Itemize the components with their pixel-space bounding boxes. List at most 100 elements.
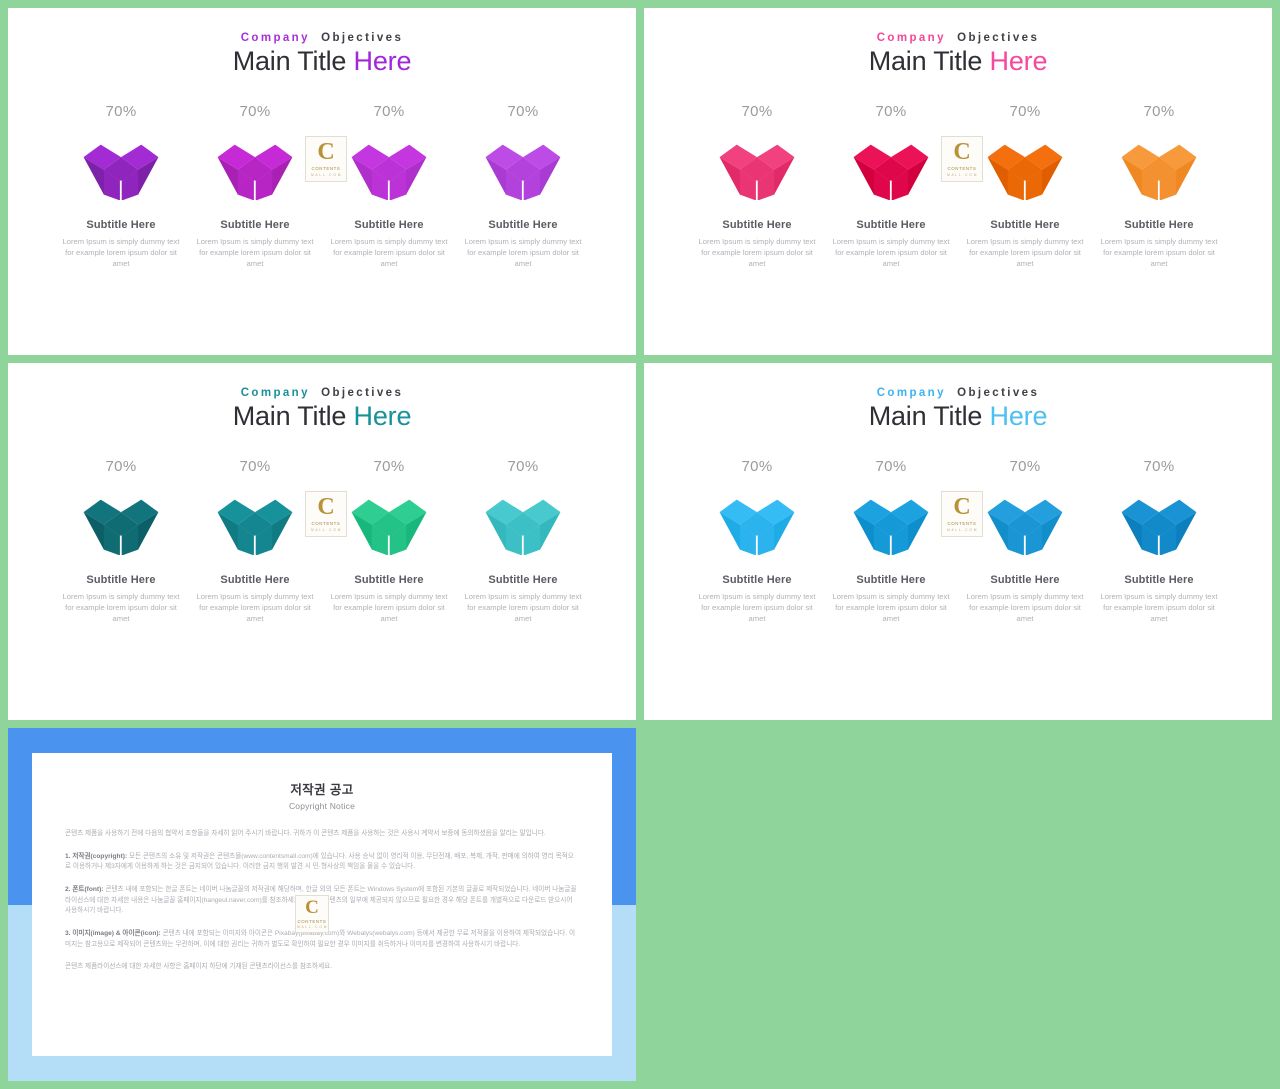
column-description: Lorem Ipsum is simply dummy text for exa… (330, 592, 448, 624)
copyright-notice-slide[interactable]: 저작권 공고 Copyright Notice 콘텐츠 제품을 사용하기 전에 … (8, 728, 636, 1081)
open-box-icon (485, 499, 561, 556)
open-box-icon (351, 499, 427, 556)
icon-container (55, 132, 187, 208)
open-box-icon (1121, 144, 1197, 201)
watermark-brand: CONTENTS (297, 918, 327, 924)
title-accent: Here (989, 401, 1048, 431)
column-subtitle: Subtitle Here (220, 574, 290, 587)
column-subtitle: Subtitle Here (354, 219, 424, 232)
watermark-brand: CONTENTS (311, 521, 341, 527)
open-box-icon (987, 144, 1063, 201)
objective-column[interactable]: 70% Subtitle Here Lorem Ipsum is simply … (1093, 103, 1225, 269)
column-description: Lorem Ipsum is simply dummy text for exa… (1100, 237, 1218, 269)
open-box-icon (987, 499, 1063, 556)
objective-column[interactable]: 70% C CONTENTS M A L L . C O M Subtitle … (189, 458, 347, 624)
objective-columns: 70% Subtitle Here Lorem Ipsum is simply … (644, 458, 1272, 624)
copyright-body: 콘텐츠 제품을 사용하기 전에 다음의 협약서 조항들을 자세히 읽어 주시기 … (32, 811, 612, 973)
watermark-letter-c: C (317, 138, 335, 165)
page-title: Main Title Here (644, 46, 1272, 77)
percentage-label: 70% (875, 103, 907, 121)
objective-column[interactable]: 70% Subtitle Here Lorem Ipsum is simply … (1093, 458, 1225, 624)
open-box-icon (217, 499, 293, 556)
percentage-label: 70% (875, 458, 907, 476)
page-title: Main Title Here (644, 401, 1272, 432)
icon-container (691, 132, 823, 208)
percentage-label: 70% (1143, 458, 1175, 476)
objective-column[interactable]: 70% Subtitle Here Lorem Ipsum is simply … (457, 458, 589, 624)
objective-column[interactable]: 70% C CONTENTS M A L L . C O M Subtitle … (825, 458, 983, 624)
percentage-label: 70% (507, 103, 539, 121)
watermark-tagline: M A L L . C O M (947, 172, 977, 177)
open-box-icon (485, 144, 561, 201)
icon-container (55, 487, 187, 563)
objective-column[interactable]: 70% Subtitle Here Lorem Ipsum is simply … (691, 103, 823, 269)
open-box-icon (351, 144, 427, 201)
objective-column[interactable]: 70% Subtitle Here Lorem Ipsum is simply … (959, 458, 1091, 624)
blue-slide[interactable]: Company Objectives Main Title Here 70% S… (644, 363, 1272, 720)
watermark-brand: CONTENTS (947, 166, 977, 172)
teal-green-slide[interactable]: Company Objectives Main Title Here 70% S… (8, 363, 636, 720)
percentage-label: 70% (1009, 103, 1041, 121)
icon-container: C CONTENTS M A L L . C O M (189, 487, 347, 563)
objective-columns: 70% Subtitle Here Lorem Ipsum is simply … (8, 458, 636, 624)
title-accent: Here (989, 46, 1048, 76)
objective-column[interactable]: 70% Subtitle Here Lorem Ipsum is simply … (323, 103, 455, 269)
copyright-paragraph: 콘텐츠 제품라이선스에 대한 자세한 사항은 홈페이지 하단에 기재된 콘텐츠라… (65, 963, 333, 971)
eyebrow-company: Company (876, 387, 946, 399)
icon-container (691, 487, 823, 563)
open-box-icon (719, 144, 795, 201)
column-description: Lorem Ipsum is simply dummy text for exa… (1100, 592, 1218, 624)
open-box-icon (83, 499, 159, 556)
title-accent: Here (353, 401, 412, 431)
column-description: Lorem Ipsum is simply dummy text for exa… (196, 237, 314, 269)
slide-header: Company Objectives Main Title Here (644, 363, 1272, 432)
objective-column[interactable]: 70% C CONTENTS M A L L . C O M Subtitle … (189, 103, 347, 269)
open-box-icon (853, 499, 929, 556)
purple-violet-slide[interactable]: Company Objectives Main Title Here 70% S… (8, 8, 636, 355)
objective-column[interactable]: 70% Subtitle Here Lorem Ipsum is simply … (457, 103, 589, 269)
objective-column[interactable]: 70% Subtitle Here Lorem Ipsum is simply … (55, 458, 187, 624)
icon-container (1093, 132, 1225, 208)
watermark-tagline: M A L L . C O M (297, 925, 327, 930)
slide-header: Company Objectives Main Title Here (644, 8, 1272, 77)
pink-orange-slide[interactable]: Company Objectives Main Title Here 70% S… (644, 8, 1272, 355)
percentage-label: 70% (239, 458, 271, 476)
percentage-label: 70% (741, 458, 773, 476)
column-description: Lorem Ipsum is simply dummy text for exa… (464, 237, 582, 269)
icon-container (457, 132, 589, 208)
title-main: Main Title (232, 401, 354, 431)
percentage-label: 70% (239, 103, 271, 121)
contents-mall-watermark: C CONTENTS M A L L . C O M (305, 136, 347, 183)
objective-column[interactable]: 70% Subtitle Here Lorem Ipsum is simply … (55, 103, 187, 269)
column-description: Lorem Ipsum is simply dummy text for exa… (832, 237, 950, 269)
objective-column[interactable]: 70% C CONTENTS M A L L . C O M Subtitle … (825, 103, 983, 269)
watermark-brand: CONTENTS (311, 166, 341, 172)
column-description: Lorem Ipsum is simply dummy text for exa… (698, 592, 816, 624)
objective-column[interactable]: 70% Subtitle Here Lorem Ipsum is simply … (959, 103, 1091, 269)
watermark-letter-c: C (953, 493, 971, 520)
watermark-tagline: M A L L . C O M (311, 172, 341, 177)
watermark-brand: CONTENTS (947, 521, 977, 527)
paragraph-lead: 1. 저작권(copyright): (65, 852, 128, 860)
copyright-title-en: Copyright Notice (288, 801, 356, 811)
icon-container: C CONTENTS M A L L . C O M (825, 132, 983, 208)
column-description: Lorem Ipsum is simply dummy text for exa… (196, 592, 314, 624)
title-accent: Here (353, 46, 412, 76)
column-subtitle: Subtitle Here (856, 219, 926, 232)
title-main: Main Title (868, 46, 990, 76)
eyebrow-text: Company Objectives (8, 387, 636, 399)
column-description: Lorem Ipsum is simply dummy text for exa… (62, 237, 180, 269)
column-subtitle: Subtitle Here (1124, 574, 1194, 587)
column-description: Lorem Ipsum is simply dummy text for exa… (62, 592, 180, 624)
watermark-letter-c: C (317, 493, 335, 520)
open-box-icon (83, 144, 159, 201)
column-subtitle: Subtitle Here (856, 574, 926, 587)
percentage-label: 70% (105, 458, 137, 476)
open-box-icon (1121, 499, 1197, 556)
column-subtitle: Subtitle Here (220, 219, 290, 232)
objective-column[interactable]: 70% Subtitle Here Lorem Ipsum is simply … (691, 458, 823, 624)
contents-mall-watermark: C CONTENTS M A L L . C O M (305, 491, 347, 538)
objective-column[interactable]: 70% Subtitle Here Lorem Ipsum is simply … (323, 458, 455, 624)
icon-container (457, 487, 589, 563)
column-description: Lorem Ipsum is simply dummy text for exa… (330, 237, 448, 269)
